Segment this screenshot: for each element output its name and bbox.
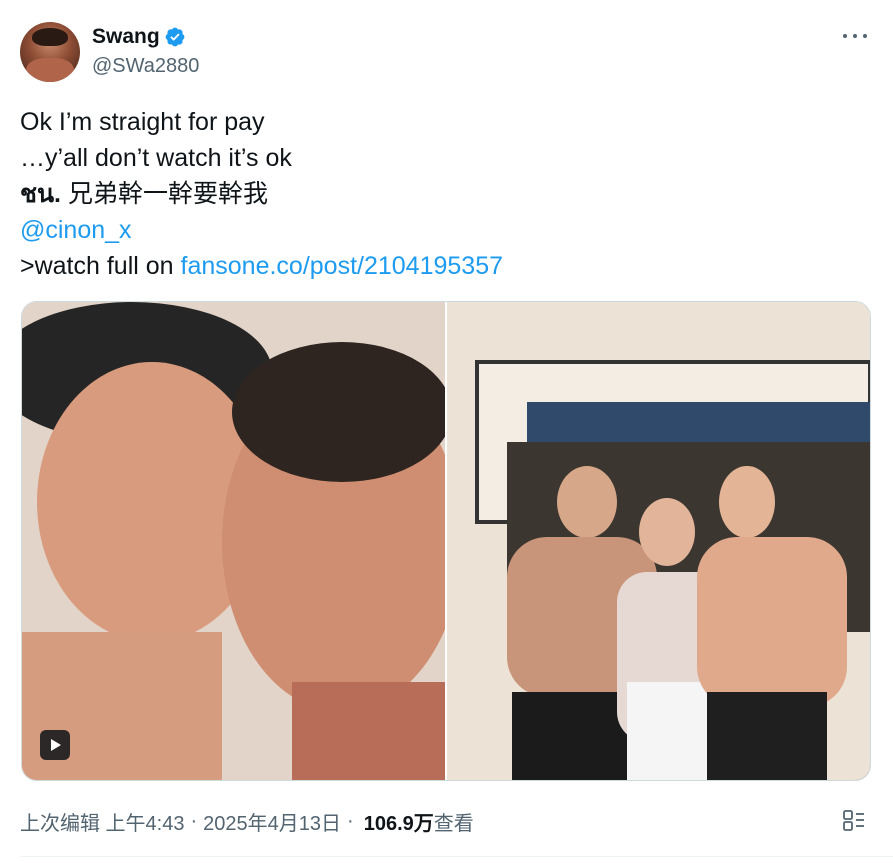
avatar-body	[26, 58, 74, 82]
more-icon[interactable]	[843, 26, 867, 46]
meta-separator: ·	[190, 809, 198, 832]
media-photo[interactable]	[447, 302, 870, 780]
tweet-line-5: >watch full on fansone.co/post/210419535…	[20, 248, 870, 284]
tweet-thai-text: ชน.	[20, 180, 62, 208]
media-video[interactable]	[22, 302, 445, 780]
video-thumbnail	[22, 302, 445, 780]
tweet-text: Ok I’m straight for pay …y’all don’t wat…	[20, 104, 870, 284]
views-label: 查看	[433, 812, 474, 835]
play-icon	[51, 739, 61, 751]
avatar-hair	[32, 28, 68, 46]
watch-prefix-text: >watch full on	[20, 252, 181, 280]
edited-timestamp[interactable]: 上次编辑 上午4:43	[20, 807, 184, 836]
verified-badge-icon	[165, 27, 185, 47]
views-count: 106.9万	[363, 812, 434, 835]
author-display-name[interactable]: Swang	[92, 25, 160, 49]
tweet-line-1: Ok I’m straight for pay	[20, 108, 265, 136]
author-name-row: Swang	[92, 24, 186, 50]
mention-link[interactable]: @cinon_x	[20, 216, 132, 244]
post-date[interactable]: 2025年4月13日	[203, 807, 341, 836]
divider	[20, 856, 893, 857]
photo-thumbnail	[447, 302, 870, 780]
author-handle[interactable]: @SWa2880	[92, 55, 199, 78]
tweet-line-3: ชน. 兄弟幹一幹要幹我	[20, 176, 870, 212]
author-avatar[interactable]	[20, 22, 80, 82]
tweet-line-2: …y’all don’t watch it’s ok	[20, 144, 292, 172]
media-grid	[21, 301, 871, 781]
tweet-meta: 上次编辑 上午4:43 · 2025年4月13日 · 106.9万 查看	[20, 806, 474, 836]
analytics-icon[interactable]	[841, 808, 867, 834]
meta-separator: ·	[347, 809, 354, 832]
play-button[interactable]	[40, 730, 70, 760]
external-link[interactable]: fansone.co/post/2104195357	[181, 252, 504, 280]
tweet-chinese-text: 兄弟幹一幹要幹我	[61, 180, 268, 208]
tweet-line-4: @cinon_x	[20, 212, 870, 248]
